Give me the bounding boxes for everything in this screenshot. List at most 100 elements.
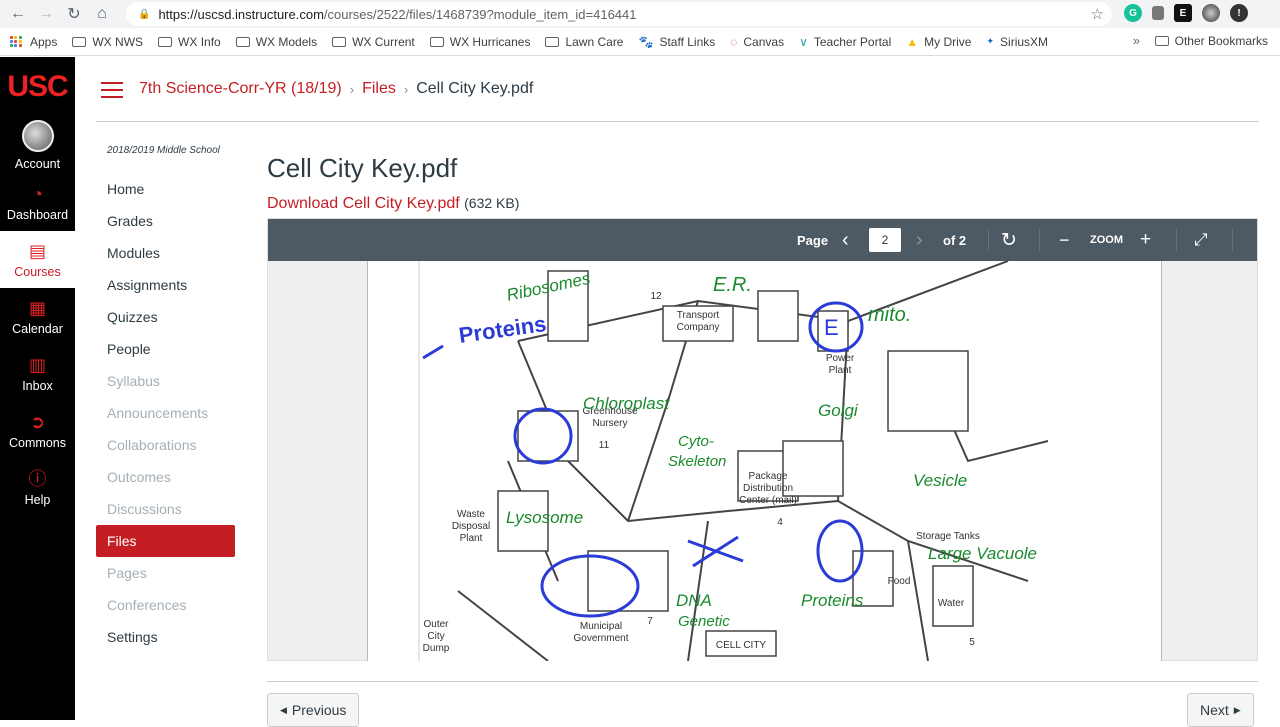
download-link[interactable]: Download Cell City Key.pdf [267, 195, 460, 212]
more-bookmarks-icon[interactable]: » [1133, 33, 1140, 48]
breadcrumb: 7th Science-Corr-YR (18/19) › Files › Ce… [139, 80, 533, 98]
annotation-e: E [824, 315, 839, 340]
course-nav-pages[interactable]: Pages [96, 557, 236, 589]
bookmark-wx-info[interactable]: WX Info [158, 35, 221, 49]
course-nav-settings[interactable]: Settings [96, 621, 236, 653]
page-label: Page [797, 232, 829, 248]
reload-icon[interactable]: ↻ [60, 0, 88, 28]
course-nav-home[interactable]: Home [96, 173, 236, 205]
course-nav-discussions[interactable]: Discussions [96, 493, 236, 525]
home-icon[interactable]: ⌂ [88, 0, 116, 28]
profile-avatar-icon[interactable] [1202, 4, 1220, 22]
course-nav-people[interactable]: People [96, 333, 236, 365]
annotation-lysosome: Lysosome [506, 508, 583, 527]
course-nav-modules[interactable]: Modules [96, 237, 236, 269]
breadcrumb-files[interactable]: Files [362, 80, 396, 98]
gnav-inbox[interactable]: ▥ Inbox [0, 345, 75, 402]
commons-icon: ➲ [29, 411, 46, 432]
bookmark-staff-links[interactable]: 🐾 Staff Links [638, 35, 715, 49]
dashboard-icon: ◔ [32, 183, 43, 204]
address-bar[interactable]: 🔒 https://uscsd.instructure.com/courses/… [126, 2, 1112, 26]
course-nav-announcements[interactable]: Announcements [96, 397, 236, 429]
breadcrumb-course[interactable]: 7th Science-Corr-YR (18/19) [139, 80, 342, 98]
lock-icon: 🔒 [138, 8, 151, 20]
chevron-right-icon: › [349, 81, 355, 97]
header-divider [96, 121, 1259, 122]
label-food: Food [888, 576, 911, 587]
previous-button[interactable]: ◀ Previous [267, 693, 360, 727]
rotate-icon[interactable]: ↻ [1001, 219, 1017, 261]
bookmark-canvas[interactable]: ◌ Canvas [730, 35, 784, 49]
annotation-genetic: Genetic [678, 613, 730, 630]
annotation-proteins: Proteins [457, 311, 548, 348]
next-page-icon[interactable]: › [916, 219, 923, 261]
forward-icon[interactable]: → [32, 0, 60, 28]
bookmark-wx-current[interactable]: WX Current [332, 35, 415, 49]
course-nav-grades[interactable]: Grades [96, 205, 236, 237]
bookmark-wx-nws[interactable]: WX NWS [72, 35, 143, 49]
annotation-dna: DNA [676, 591, 712, 610]
bookmark-label: Staff Links [659, 34, 716, 49]
course-menu-toggle-icon[interactable] [101, 82, 123, 103]
bookmark-star-icon[interactable]: ☆ [1091, 5, 1104, 23]
previous-label: Previous [291, 702, 347, 718]
course-nav-assignments[interactable]: Assignments [96, 269, 236, 301]
user-avatar [21, 120, 54, 152]
fullscreen-icon[interactable]: ⤢ [1194, 219, 1208, 261]
folder-icon [72, 36, 87, 47]
page-number-input[interactable]: 2 [869, 228, 901, 252]
bookmark-my-drive[interactable]: ▲ My Drive [906, 35, 971, 49]
gnav-courses[interactable]: ▤ Courses [0, 231, 75, 288]
bookmark-siriusxm[interactable]: ✦ SiriusXM [986, 35, 1048, 49]
bookmark-label: WX Info [178, 34, 221, 49]
bookmark-lawn-care[interactable]: Lawn Care [545, 35, 623, 49]
gnav-calendar[interactable]: ▦ Calendar [0, 288, 75, 345]
course-nav-quizzes[interactable]: Quizzes [96, 301, 236, 333]
label-12: 12 [650, 291, 662, 302]
course-nav-collaborations[interactable]: Collaborations [96, 429, 236, 461]
other-bookmarks-label: Other Bookmarks [1174, 34, 1268, 48]
global-nav: USC Account ◔ Dashboard ▤ Courses ▦ Calenda… [0, 57, 75, 720]
label-company: Company [677, 322, 720, 333]
gnav-help[interactable]: ⓘ Help [0, 459, 75, 516]
other-bookmarks[interactable]: Other Bookmarks [1154, 34, 1268, 48]
toolbar-divider [1232, 229, 1233, 251]
menu-icon[interactable]: ! [1230, 4, 1248, 22]
pdf-viewer: Page ‹ 2 › of 2 ↻ − ZOOM + ⤢ Transport C… [267, 218, 1258, 661]
course-nav: 2018/2019 Middle School Home Grades Modu… [96, 140, 236, 653]
annotation-mito: mito. [868, 304, 911, 326]
school-logo[interactable]: USC [0, 57, 75, 117]
extensions: G E ! [1124, 4, 1248, 22]
page-input-wrap: 2 [869, 219, 901, 261]
bookmark-apps[interactable]: Apps [10, 35, 57, 49]
grammarly-icon[interactable]: G [1124, 4, 1142, 22]
gnav-label: Commons [9, 435, 66, 450]
back-icon[interactable]: ← [4, 0, 32, 28]
bookmark-wx-models[interactable]: WX Models [235, 35, 317, 49]
evernote-icon[interactable]: E [1174, 4, 1192, 22]
label-waste: Waste [457, 509, 485, 520]
shield-icon[interactable] [1152, 6, 1164, 20]
breadcrumb-current: Cell City Key.pdf [416, 80, 534, 97]
next-button[interactable]: Next ▶ [1187, 693, 1254, 727]
logo-text: USC [7, 70, 68, 103]
course-nav-syllabus[interactable]: Syllabus [96, 365, 236, 397]
course-nav-outcomes[interactable]: Outcomes [96, 461, 236, 493]
bookmark-teacher-portal[interactable]: ∨ Teacher Portal [799, 35, 891, 49]
caret-left-icon: ◀ [280, 704, 287, 715]
gnav-account[interactable]: Account [0, 117, 75, 174]
label-plant: Plant [829, 365, 852, 376]
prev-page-icon[interactable]: ‹ [842, 219, 849, 261]
label-storage: Storage Tanks [916, 531, 980, 542]
bookmark-wx-hurricanes[interactable]: WX Hurricanes [429, 35, 530, 49]
bookmark-label: Canvas [743, 34, 785, 49]
zoom-in-icon[interactable]: + [1140, 219, 1151, 261]
course-nav-conferences[interactable]: Conferences [96, 589, 236, 621]
course-nav-files[interactable]: Files [96, 525, 235, 557]
gnav-commons[interactable]: ➲ Commons [0, 402, 75, 459]
cell-city-illustration: Transport Company 12 Power Plant Greenho… [418, 261, 1049, 661]
gnav-dashboard[interactable]: ◔ Dashboard [0, 174, 75, 231]
toolbar-divider [1176, 229, 1177, 251]
zoom-out-icon[interactable]: − [1059, 219, 1070, 261]
file-size: (632 KB) [464, 195, 520, 211]
